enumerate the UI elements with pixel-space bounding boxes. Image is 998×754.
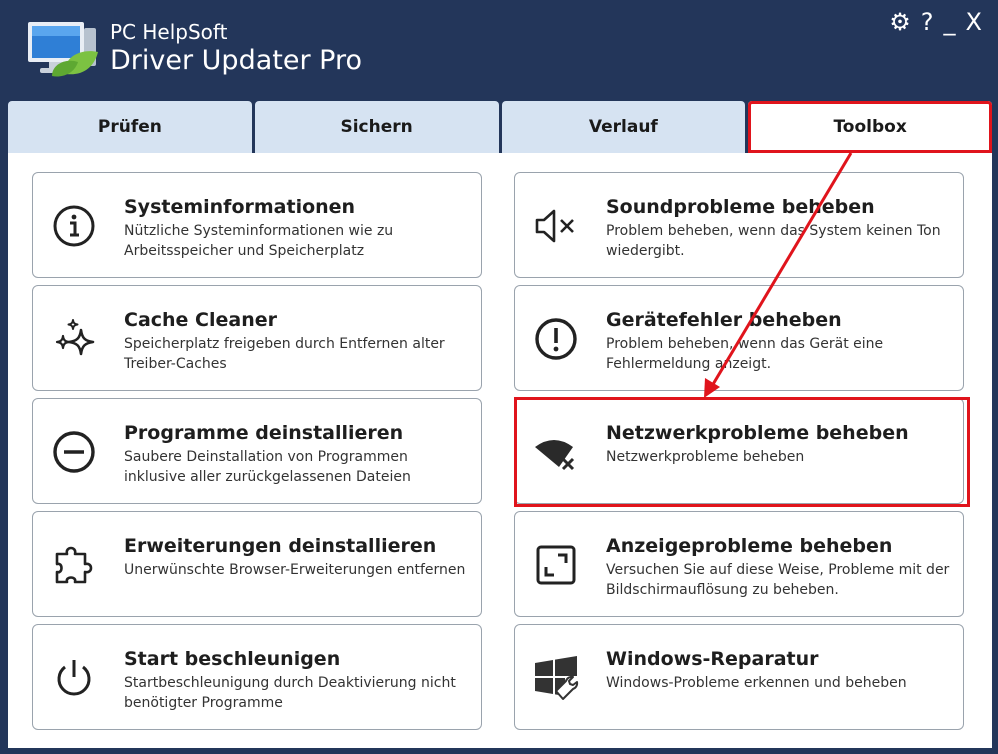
tool-title: Programme deinstallieren (124, 422, 404, 444)
tool-anzeigeprobleme[interactable]: Anzeigeprobleme beheben Versuchen Sie au… (514, 511, 964, 617)
tab-sichern[interactable]: Sichern (254, 101, 499, 153)
tool-soundprobleme[interactable]: Soundprobleme beheben Problem beheben, w… (514, 172, 964, 278)
tool-title: Anzeigeprobleme beheben (606, 535, 893, 557)
windows-wrench-icon (535, 656, 579, 700)
tool-netzwerkprobleme[interactable]: Netzwerkprobleme beheben Netzwerkproblem… (514, 398, 964, 504)
tool-description: Nützliche Systeminformationen wie zu Arb… (124, 223, 394, 259)
sparkle-icon (55, 319, 95, 356)
tool-description: Speicherplatz freigeben durch Entfernen … (124, 336, 445, 372)
settings-gear-icon[interactable]: ⚙ (889, 8, 911, 36)
toolbox-panel: Systeminformationen Nützliche Systeminfo… (8, 153, 992, 748)
resize-screen-icon (536, 545, 576, 585)
speaker-mute-icon (535, 209, 574, 243)
window-controls: ⚙ ? _ X (889, 8, 982, 36)
vendor-name: PC HelpSoft (110, 20, 228, 44)
minus-circle-icon (53, 431, 95, 473)
tool-programme-deinstallieren[interactable]: Programme deinstallieren Saubere Deinsta… (32, 398, 482, 504)
tool-description: Unerwünschte Browser-Erweiterungen entfe… (124, 562, 466, 578)
tab-bar: Prüfen Sichern Verlauf Toolbox (8, 101, 992, 153)
tab-verlauf[interactable]: Verlauf (501, 101, 746, 153)
tool-title: Systeminformationen (124, 196, 356, 218)
tool-description: Startbeschleunigung durch Deaktivierung … (124, 675, 456, 711)
close-button[interactable]: X (966, 8, 982, 36)
app-name: PC HelpSoft Driver Updater Pro (110, 20, 362, 78)
tool-title: Windows-Reparatur (606, 648, 819, 670)
tool-cache-cleaner[interactable]: Cache Cleaner Speicherplatz freigeben du… (32, 285, 482, 391)
minimize-button[interactable]: _ (944, 8, 956, 36)
tool-title: Netzwerkprobleme beheben (606, 422, 909, 444)
tab-toolbox[interactable]: Toolbox (748, 101, 992, 153)
tool-description: Windows-Probleme erkennen und beheben (606, 675, 907, 691)
tool-description: Versuchen Sie auf diese Weise, Probleme … (606, 562, 950, 598)
tool-erweiterungen-deinstallieren[interactable]: Erweiterungen deinstallieren Unerwünscht… (32, 511, 482, 617)
product-name: Driver Updater Pro (110, 45, 362, 76)
tool-systeminformationen[interactable]: Systeminformationen Nützliche Systeminfo… (32, 172, 482, 278)
power-icon (57, 660, 91, 696)
tool-description: Problem beheben, wenn das System keinen … (606, 223, 941, 259)
help-button[interactable]: ? (921, 8, 934, 36)
tool-description: Saubere Deinstallation von Programmen in… (124, 449, 411, 485)
puzzle-icon (55, 546, 93, 584)
app-logo-icon (28, 22, 98, 77)
tool-start-beschleunigen[interactable]: Start beschleunigen Startbeschleunigung … (32, 624, 482, 730)
tab-pruefen[interactable]: Prüfen (8, 101, 252, 153)
exclamation-circle-icon (535, 318, 577, 360)
tool-description: Problem beheben, wenn das Gerät eine Feh… (606, 336, 884, 372)
title-bar: PC HelpSoft Driver Updater Pro ⚙ ? _ X (0, 0, 998, 100)
tool-title: Start beschleunigen (124, 648, 341, 670)
tool-title: Erweiterungen deinstallieren (124, 535, 437, 557)
tool-windows-reparatur[interactable]: Windows-Reparatur Windows-Probleme erken… (514, 624, 964, 730)
wifi-error-icon (535, 440, 575, 471)
tool-geraetefehler[interactable]: Gerätefehler beheben Problem beheben, we… (514, 285, 964, 391)
tool-title: Soundprobleme beheben (606, 196, 875, 218)
tool-title: Gerätefehler beheben (606, 309, 842, 331)
info-icon (53, 205, 95, 247)
tool-description: Netzwerkprobleme beheben (606, 449, 805, 465)
tool-title: Cache Cleaner (124, 309, 278, 331)
